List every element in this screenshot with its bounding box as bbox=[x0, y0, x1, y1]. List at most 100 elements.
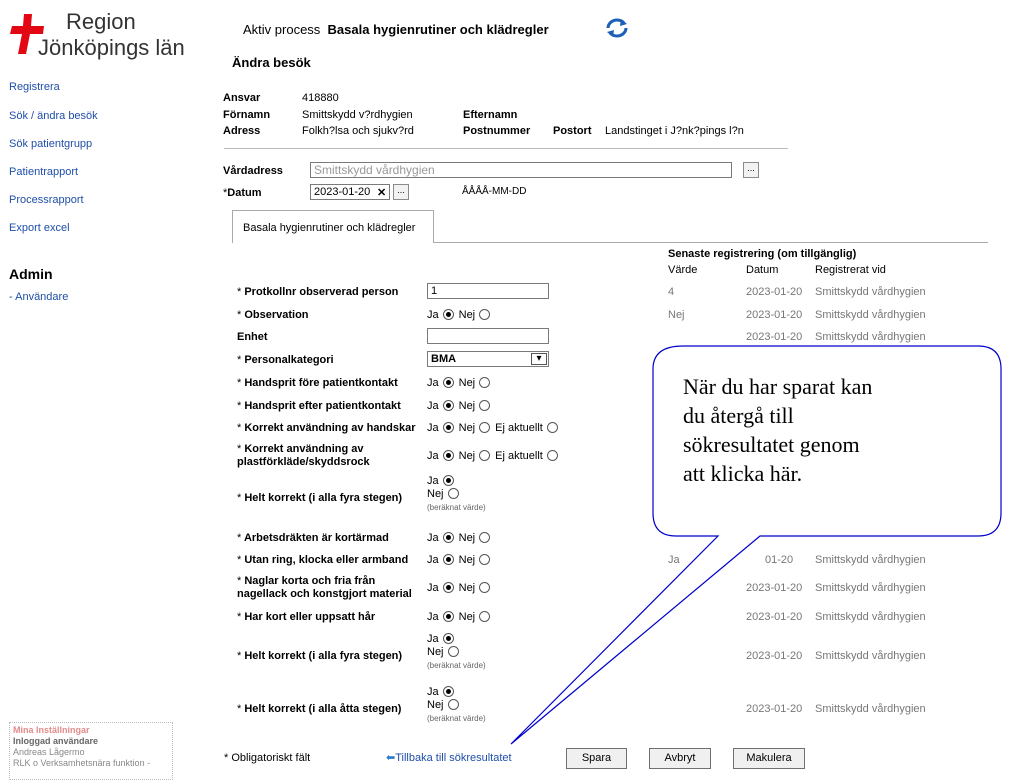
handsprit-efter-options: Ja Nej bbox=[427, 400, 495, 413]
har-label: Har kort eller uppsatt hår bbox=[244, 611, 376, 623]
nav-patientrapport[interactable]: Patientrapport bbox=[9, 166, 78, 178]
row-naglar-label: * Naglar korta och fria från nagellack oc… bbox=[237, 575, 412, 601]
arbetsdrakt-nej-radio[interactable] bbox=[479, 532, 491, 543]
logged-in-user: Andreas Lågermo bbox=[13, 747, 85, 757]
ansvar-value: 418880 bbox=[302, 92, 339, 104]
handsprit-efter-nej-radio[interactable] bbox=[479, 400, 491, 411]
datum-value: 2023-01-20 bbox=[314, 186, 371, 198]
process-name: Basala hygienrutiner och klädregler bbox=[327, 22, 549, 37]
personal-label: Personalkategori bbox=[244, 354, 334, 366]
calculated-hint: (beräknat värde) bbox=[427, 661, 486, 670]
clear-icon[interactable]: ✕ bbox=[375, 186, 389, 199]
history-heading: Senaste registrering (om tillgänglig) bbox=[668, 248, 857, 260]
har-nej-radio[interactable] bbox=[479, 611, 491, 622]
arbetsdrakt-options: Ja Nej bbox=[427, 532, 495, 545]
tab-basala-hygienrutiner[interactable]: Basala hygienrutiner och klädregler bbox=[232, 210, 434, 243]
helt-fyra-2-nej-radio bbox=[447, 646, 459, 657]
observation-ja-radio[interactable] bbox=[442, 309, 454, 320]
arbetsdrakt-ja-radio[interactable] bbox=[442, 532, 454, 543]
nav-registrera[interactable]: Registrera bbox=[9, 81, 60, 93]
nav-anvandare[interactable]: - Användare bbox=[9, 291, 68, 303]
history-value: Nej bbox=[668, 309, 685, 321]
history-registered: Smittskydd vårdhygien bbox=[815, 286, 926, 298]
logo-text-jonkoping: Jönköpings län bbox=[38, 35, 185, 60]
callout-text: När du har sparat kan du återgå till sök… bbox=[683, 372, 872, 488]
handskar-ej-radio[interactable] bbox=[546, 422, 558, 433]
plast-ej-radio[interactable] bbox=[546, 450, 558, 461]
asterisk: * bbox=[237, 309, 242, 321]
personalkategori-select[interactable]: BMA ▾ bbox=[427, 351, 549, 367]
user-unit: RLK o Verksamhetsnära funktion - bbox=[13, 758, 151, 768]
history-date: 2023-01-20 bbox=[746, 331, 803, 343]
refresh-icon[interactable] bbox=[604, 17, 630, 39]
handskar-ja-radio[interactable] bbox=[442, 422, 454, 433]
ring-ja-radio[interactable] bbox=[442, 554, 454, 565]
asterisk: * bbox=[237, 554, 242, 566]
callout-line-3: sökresultatet genom bbox=[683, 432, 860, 457]
asterisk: * bbox=[237, 400, 242, 412]
datum-label: Datum bbox=[227, 187, 262, 199]
vardadress-input[interactable]: Smittskydd vårdhygien bbox=[310, 162, 732, 178]
option-ja-label: Ja bbox=[427, 686, 439, 698]
nav-export-excel[interactable]: Export excel bbox=[9, 222, 70, 234]
asterisk: * bbox=[237, 422, 242, 434]
option-nej-label: Nej bbox=[458, 554, 476, 566]
datum-picker-button[interactable]: ... bbox=[393, 184, 409, 200]
postnummer-label: Postnummer bbox=[463, 125, 531, 137]
handskar-nej-radio[interactable] bbox=[479, 422, 491, 433]
asterisk: * bbox=[237, 354, 242, 366]
save-button[interactable]: Spara bbox=[566, 748, 627, 769]
history-registered: Smittskydd vårdhygien bbox=[815, 309, 926, 321]
nav-sok-andra-besok[interactable]: Sök / ändra besök bbox=[9, 110, 98, 122]
adress-value: Folkh?lsa och sjukv?rd bbox=[302, 125, 414, 137]
vardadress-label: Vårdadress bbox=[223, 165, 283, 177]
active-process: Aktiv process Basala hygienrutiner och k… bbox=[243, 22, 549, 37]
nav-sok-patientgrupp[interactable]: Sök patientgrupp bbox=[9, 138, 92, 150]
fornamn-label: Förnamn bbox=[223, 109, 271, 121]
option-ja-label: Ja bbox=[427, 475, 439, 487]
naglar-ja-radio[interactable] bbox=[442, 582, 454, 593]
personal-value: BMA bbox=[431, 353, 457, 365]
plast-options: Ja Nej Ej aktuellt bbox=[427, 450, 563, 463]
protokoll-input[interactable]: 1 bbox=[427, 283, 549, 299]
row-helt-fyra-1-label: * Helt korrekt (i alla fyra stegen) bbox=[237, 492, 402, 505]
helt-fyra-1-ja-radio bbox=[442, 475, 454, 486]
handsprit-fore-label: Handsprit före patientkontakt bbox=[244, 377, 398, 389]
option-nej-label: Nej bbox=[458, 377, 476, 389]
handsprit-fore-nej-radio[interactable] bbox=[479, 377, 491, 388]
plast-ja-radio[interactable] bbox=[442, 450, 454, 461]
handsprit-efter-ja-radio[interactable] bbox=[442, 400, 454, 411]
plast-nej-radio[interactable] bbox=[479, 450, 491, 461]
history-value: Ja bbox=[668, 554, 680, 566]
option-nej-label: Nej bbox=[458, 450, 476, 462]
nav-processrapport[interactable]: Processrapport bbox=[9, 194, 84, 206]
row-observation-label: * Observation bbox=[237, 309, 309, 322]
cancel-button[interactable]: Avbryt bbox=[649, 748, 711, 769]
option-nej-label: Nej bbox=[458, 611, 476, 623]
option-ja-label: Ja bbox=[427, 309, 439, 321]
naglar-label-2: nagellack och konstgjort material bbox=[237, 588, 412, 600]
ring-nej-radio[interactable] bbox=[479, 554, 491, 565]
observation-nej-radio[interactable] bbox=[479, 309, 491, 320]
callout-line-4: att klicka här. bbox=[683, 461, 803, 486]
void-button[interactable]: Makulera bbox=[733, 748, 805, 769]
history-date: 2023-01-20 bbox=[746, 703, 803, 715]
handsprit-fore-ja-radio[interactable] bbox=[442, 377, 454, 388]
naglar-nej-radio[interactable] bbox=[479, 582, 491, 593]
option-nej-label: Nej bbox=[427, 699, 444, 711]
history-registered: Smittskydd vårdhygien bbox=[815, 650, 926, 662]
handskar-options: Ja Nej Ej aktuellt bbox=[427, 422, 563, 435]
calculated-hint: (beräknat värde) bbox=[427, 503, 486, 512]
option-ja-label: Ja bbox=[427, 582, 439, 594]
callout-line-2: du återgå till bbox=[683, 403, 794, 428]
asterisk: * bbox=[237, 492, 242, 504]
handsprit-efter-label: Handsprit efter patientkontakt bbox=[244, 400, 401, 412]
back-to-results-link[interactable]: ⬅Tillbaka till sökresultatet bbox=[386, 751, 512, 764]
enhet-input[interactable] bbox=[427, 328, 549, 344]
option-nej-label: Nej bbox=[458, 582, 476, 594]
vardadress-picker-button[interactable]: ... bbox=[743, 162, 759, 178]
ansvar-label: Ansvar bbox=[223, 92, 261, 104]
settings-title[interactable]: Mina Inställningar bbox=[13, 725, 169, 736]
chevron-down-icon[interactable]: ▾ bbox=[531, 353, 547, 365]
har-ja-radio[interactable] bbox=[442, 611, 454, 622]
